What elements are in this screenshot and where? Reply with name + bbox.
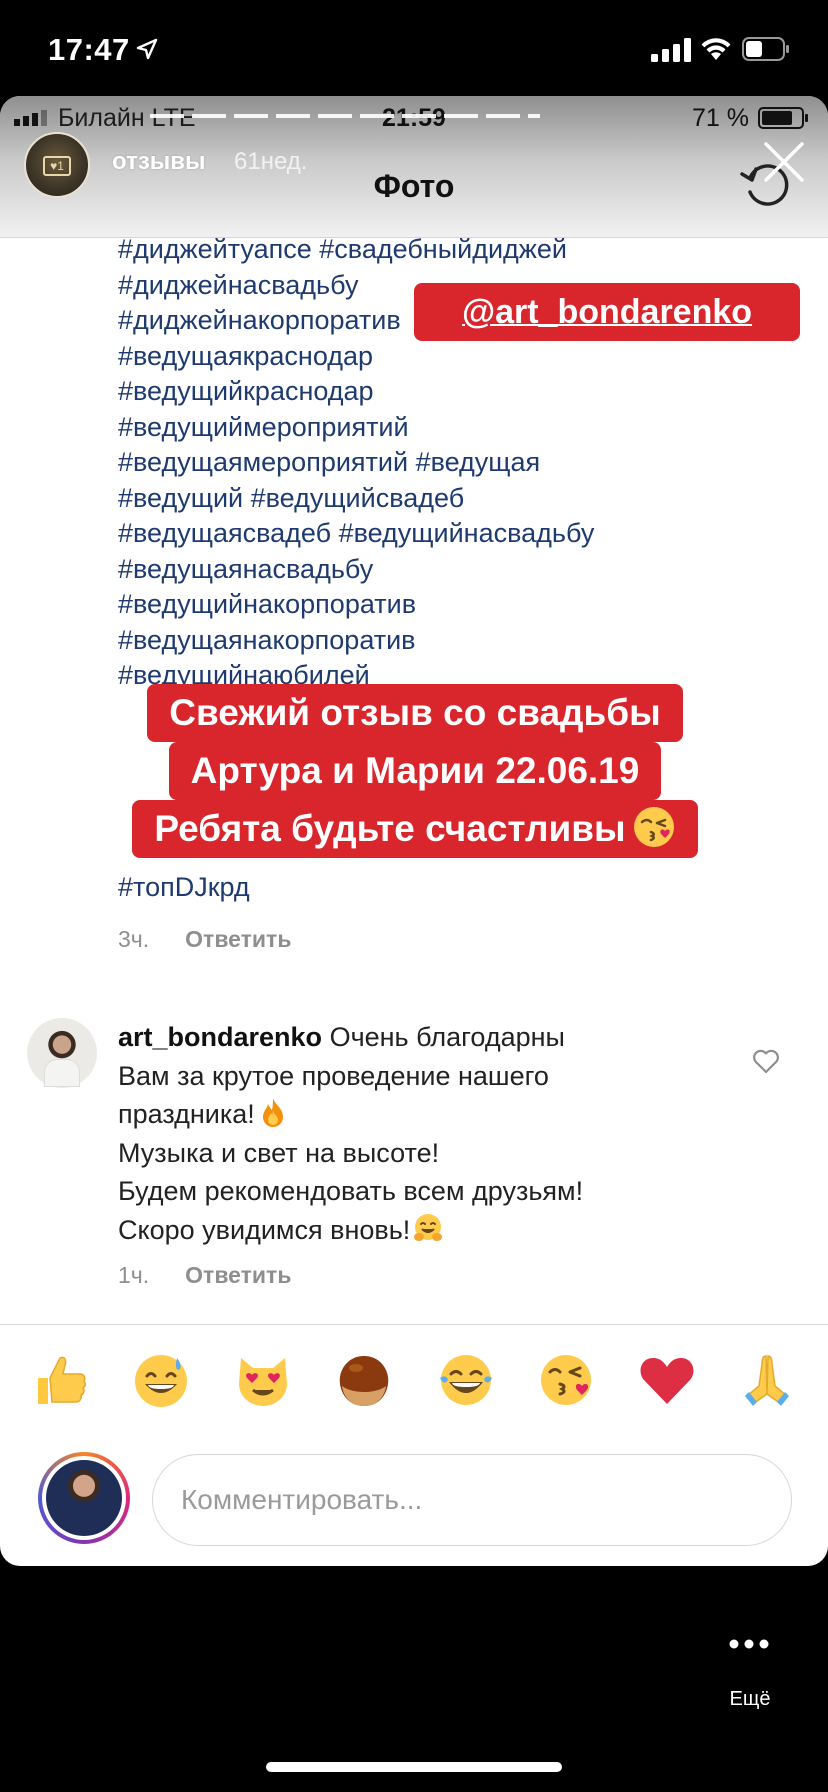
grinning-sweat-icon[interactable] [131, 1350, 191, 1410]
sticker-line: Артура и Марии 22.06.19 [168, 742, 662, 800]
close-icon[interactable] [762, 140, 806, 184]
tears-of-joy-icon[interactable] [436, 1350, 496, 1410]
kiss-emoji-icon [633, 807, 674, 847]
caption-time: 3ч. [118, 926, 150, 952]
story-time-ago: 61нед. [234, 148, 308, 175]
comment-body: art_bondarenko Очень благодарны Вам за к… [118, 1018, 718, 1249]
face-blowing-kiss-icon[interactable] [536, 1350, 596, 1410]
caption-line[interactable]: #ведущиймероприятий [118, 410, 818, 446]
sticker-line-text: Ребята будьте счастливы [154, 808, 626, 849]
battery-icon [742, 37, 789, 61]
emoji-reaction-bar [0, 1350, 828, 1418]
reply-button[interactable]: Ответить [185, 926, 291, 952]
caption-line[interactable]: #диджейтуапсе #свадебныйдиджей [118, 232, 818, 268]
mention-sticker[interactable]: @art_bondarenko [414, 283, 800, 341]
caption-line[interactable]: #ведущаямероприятий #ведущая [118, 445, 818, 481]
wifi-icon [701, 38, 731, 60]
commenter-avatar[interactable] [27, 1018, 97, 1088]
folded-hands-icon[interactable] [737, 1350, 797, 1410]
comment-line: праздника! [118, 1099, 255, 1129]
hugging-emoji-icon [414, 1213, 443, 1241]
inner-battery-icon [758, 107, 808, 129]
comment-line: Очень благодарны [329, 1022, 565, 1052]
signal-icon [651, 38, 691, 62]
comment-input[interactable]: Комментировать... [152, 1454, 792, 1546]
review-icon: ♥1 [43, 156, 71, 176]
caption-line[interactable]: #ведущаясвадеб #ведущийнасвадьбу [118, 516, 818, 552]
like-heart-icon[interactable] [752, 1048, 780, 1074]
location-icon [136, 38, 158, 60]
thumbs-up-icon[interactable] [30, 1350, 90, 1410]
comment-line: Скоро увидимся вновь! [118, 1214, 411, 1245]
mention-text: @art_bondarenko [461, 293, 753, 331]
caption-last-tag[interactable]: #топDJкрд [118, 872, 250, 903]
more-label[interactable]: Ещё [700, 1688, 800, 1711]
heart-eyes-cat-icon[interactable] [233, 1350, 293, 1410]
story-username[interactable]: отзывы [112, 148, 206, 176]
sticker-line: Свежий отзыв со свадьбы [147, 684, 683, 742]
caption-line[interactable]: #ведущаякраснодар [118, 339, 818, 375]
inner-battery-percent: 71 % [692, 104, 749, 132]
device-time: 17:47 [48, 32, 130, 67]
red-heart-icon[interactable] [637, 1350, 697, 1410]
caption-line[interactable]: #ведущаянакорпоратив [118, 623, 818, 659]
comment-meta: 1ч. Ответить [118, 1262, 291, 1289]
story-highlight-avatar[interactable]: ♥1 [24, 132, 90, 198]
home-indicator[interactable] [266, 1762, 562, 1772]
story-content: Билайн LTE 21:59 71 % Фото ♥1 отзывы 61н… [0, 96, 828, 1566]
caption-line[interactable]: #ведущаянасвадьбу [118, 552, 818, 588]
reply-button[interactable]: Ответить [185, 1262, 291, 1288]
divider [0, 1324, 828, 1325]
caption-line[interactable]: #ведущий #ведущийсвадеб [118, 481, 818, 517]
comment-line: Музыка и свет на высоте! [118, 1137, 440, 1168]
fire-emoji-icon [262, 1098, 283, 1127]
comment-line: Вам за крутое проведение нашего [118, 1060, 549, 1091]
comment-username[interactable]: art_bondarenko [118, 1022, 322, 1052]
device-status-bar: 17:47 [0, 0, 828, 96]
my-avatar [38, 1452, 130, 1544]
sticker-line-with-emoji: Ребята будьте счастливы [132, 800, 698, 858]
text-sticker: Свежий отзыв со свадьбы Артура и Марии 2… [66, 684, 764, 858]
comment-line: Будем рекомендовать всем друзьям! [118, 1176, 584, 1206]
story-progress-bar [150, 114, 540, 118]
chestnut-icon[interactable] [334, 1350, 394, 1410]
caption-line[interactable]: #ведущийкраснодар [118, 374, 818, 410]
comment-time: 1ч. [118, 1262, 150, 1288]
more-options-icon[interactable] [728, 1638, 770, 1650]
caption-line[interactable]: #ведущийнакорпоратив [118, 587, 818, 623]
caption-meta: 3ч. Ответить [118, 926, 291, 953]
